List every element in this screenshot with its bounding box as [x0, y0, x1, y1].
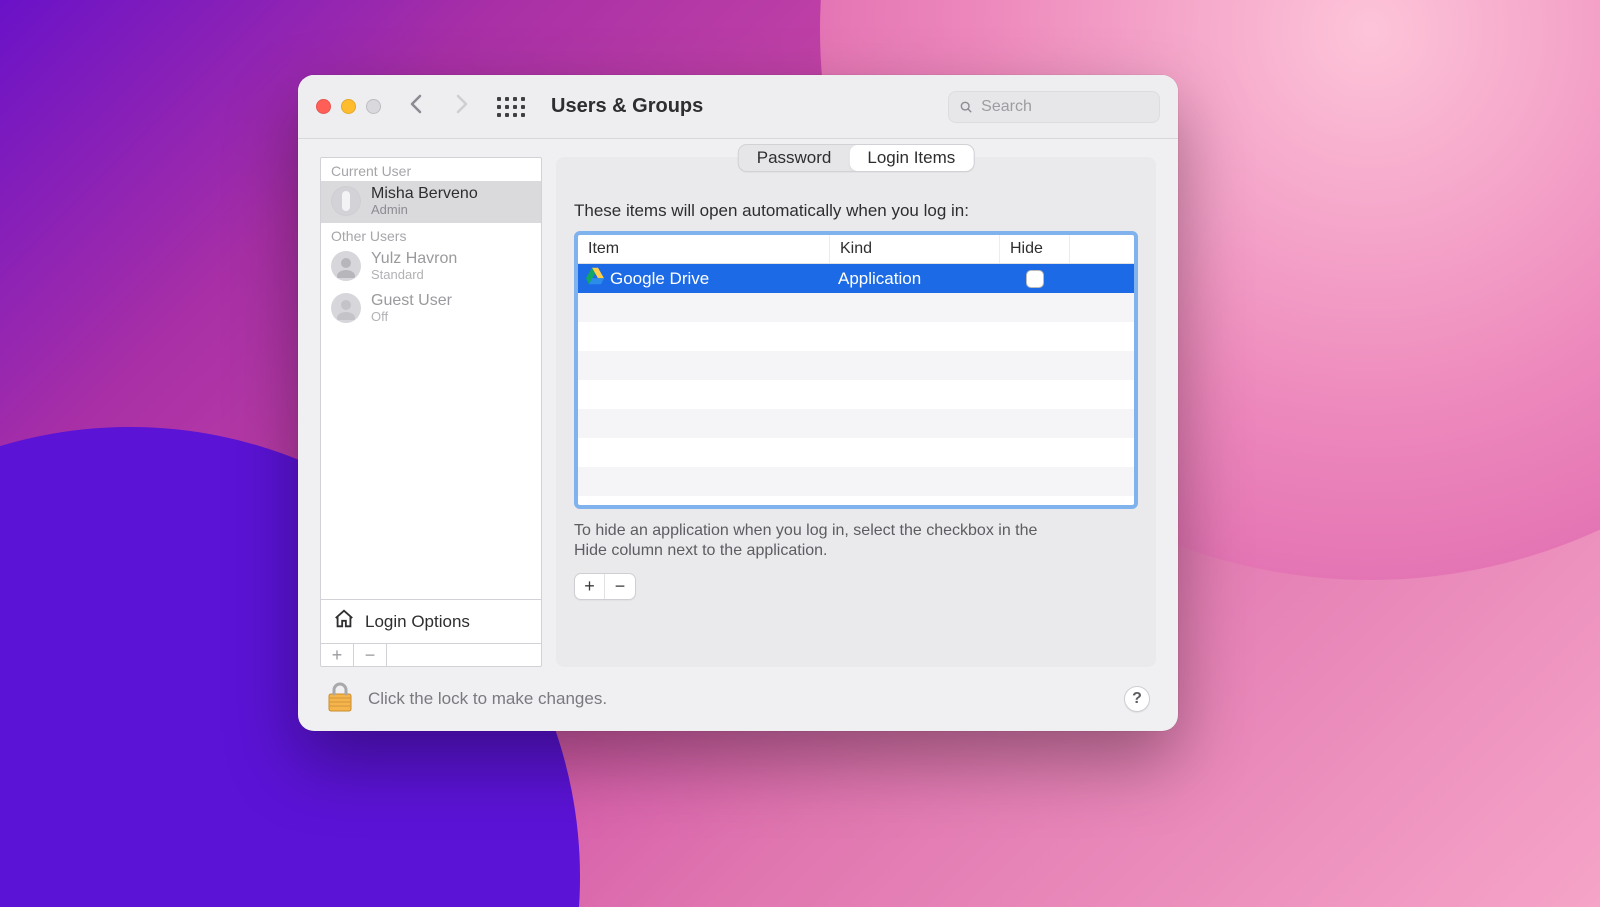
col-item[interactable]: Item — [578, 235, 830, 263]
table-row — [578, 409, 1134, 438]
table-row — [578, 438, 1134, 467]
sidebar-user-guest[interactable]: Guest User Off — [321, 288, 541, 330]
forward-button[interactable] — [453, 91, 469, 122]
google-drive-icon — [586, 267, 604, 290]
search-input[interactable] — [981, 98, 1149, 116]
lock-icon[interactable] — [326, 681, 354, 718]
login-items-table[interactable]: Item Kind Hide Google Drive Application — [574, 231, 1138, 509]
add-user-button[interactable]: + — [321, 644, 354, 666]
login-options-label: Login Options — [365, 612, 470, 632]
login-options-button[interactable]: Login Options — [321, 599, 541, 643]
user-name: Guest User — [371, 292, 452, 310]
system-preferences-window: Users & Groups Current User Misha Berven… — [298, 75, 1178, 731]
tab-login-items[interactable]: Login Items — [849, 145, 973, 171]
window-zoom-button[interactable] — [366, 99, 381, 114]
table-row — [578, 351, 1134, 380]
tabbar: Password Login Items — [738, 144, 975, 172]
item-add-remove: + − — [574, 573, 636, 600]
remove-item-button[interactable]: − — [605, 574, 635, 599]
user-name: Misha Berveno — [371, 185, 478, 203]
nav-buttons — [409, 91, 525, 122]
house-icon — [333, 608, 355, 635]
users-sidebar: Current User Misha Berveno Admin Other U… — [320, 157, 542, 667]
lock-bar: Click the lock to make changes. ? — [298, 667, 1178, 731]
user-role: Off — [371, 310, 452, 324]
table-row[interactable]: Google Drive Application — [578, 264, 1134, 293]
sidebar-user-other[interactable]: Yulz Havron Standard — [321, 246, 541, 288]
user-role: Standard — [371, 268, 457, 282]
table-row — [578, 380, 1134, 409]
titlebar: Users & Groups — [298, 75, 1178, 139]
sidebar-footer: + − — [321, 643, 541, 666]
item-kind: Application — [830, 269, 1000, 289]
sidebar-user-current[interactable]: Misha Berveno Admin — [321, 181, 541, 223]
help-button[interactable]: ? — [1124, 686, 1150, 712]
other-users-header: Other Users — [321, 223, 541, 246]
table-row — [578, 322, 1134, 351]
search-field[interactable] — [948, 91, 1160, 123]
lock-text: Click the lock to make changes. — [368, 689, 607, 709]
add-item-button[interactable]: + — [575, 574, 605, 599]
remove-user-button[interactable]: − — [354, 644, 387, 666]
traffic-lights — [316, 99, 381, 114]
avatar — [331, 293, 361, 323]
current-user-header: Current User — [321, 158, 541, 181]
col-hide[interactable]: Hide — [1000, 235, 1070, 263]
tab-password[interactable]: Password — [739, 145, 850, 171]
avatar — [331, 186, 361, 216]
avatar — [331, 251, 361, 281]
window-close-button[interactable] — [316, 99, 331, 114]
hide-note: To hide an application when you log in, … — [574, 521, 1074, 561]
window-minimize-button[interactable] — [341, 99, 356, 114]
back-button[interactable] — [409, 91, 425, 122]
show-all-button[interactable] — [497, 97, 525, 117]
table-header: Item Kind Hide — [578, 235, 1134, 264]
table-row — [578, 293, 1134, 322]
content-pane: Password Login Items These items will op… — [556, 157, 1156, 667]
search-icon — [959, 99, 973, 115]
item-name: Google Drive — [610, 269, 709, 289]
window-title: Users & Groups — [551, 95, 703, 118]
col-kind[interactable]: Kind — [830, 235, 1000, 263]
hide-checkbox[interactable] — [1026, 270, 1044, 288]
col-spacer — [1070, 235, 1134, 263]
user-name: Yulz Havron — [371, 250, 457, 268]
user-role: Admin — [371, 203, 478, 217]
table-row — [578, 467, 1134, 496]
